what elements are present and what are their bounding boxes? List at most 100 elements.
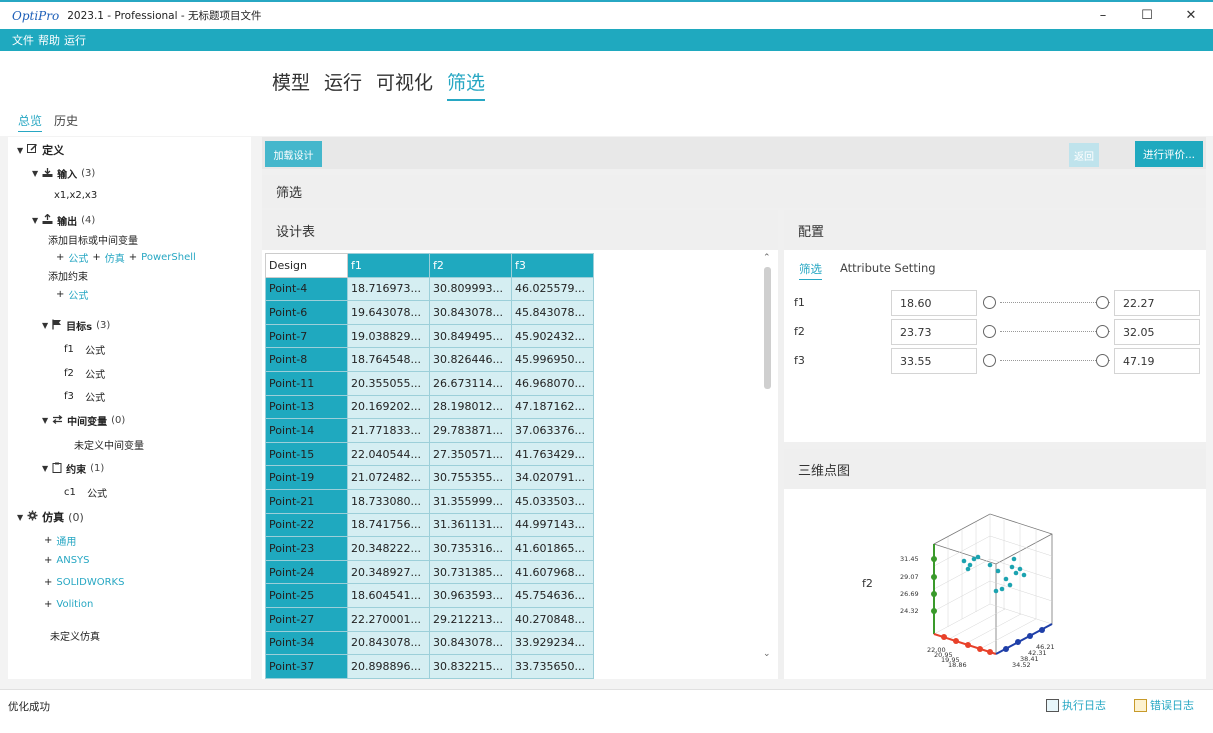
design-name-cell[interactable]: Point-27: [265, 606, 348, 632]
design-name-cell[interactable]: Point-4: [265, 276, 348, 302]
objective-value-cell[interactable]: 18.716973...: [347, 276, 430, 302]
design-name-cell[interactable]: Point-22: [265, 512, 348, 538]
filter-min-input[interactable]: 18.60: [891, 290, 977, 316]
objective-value-cell[interactable]: 20.348927...: [347, 559, 430, 585]
objective-value-cell[interactable]: 29.783871...: [429, 418, 512, 443]
add-powershell-link[interactable]: PowerShell: [141, 252, 196, 263]
range-slider-track[interactable]: [1000, 302, 1110, 303]
objective-value-cell[interactable]: 30.809993...: [429, 276, 512, 302]
objective-value-cell[interactable]: 30.735316...: [429, 536, 512, 561]
range-slider-track[interactable]: [1000, 331, 1110, 332]
objective-value-cell[interactable]: 27.350571...: [429, 441, 512, 467]
run-log-button[interactable]: 执行日志: [1046, 697, 1106, 713]
sim-item[interactable]: + Volition: [44, 599, 93, 610]
filter-max-input[interactable]: 47.19: [1114, 348, 1200, 374]
range-min-handle[interactable]: [983, 296, 996, 309]
table-row[interactable]: Point-4 18.716973... 30.809993... 46.025579…: [265, 276, 594, 302]
design-name-cell[interactable]: Point-8: [265, 347, 348, 372]
table-row[interactable]: Point-37 20.898896... 30.832215... 33.73565…: [265, 654, 594, 679]
tree-simulation[interactable]: ▼ 仿真 (0): [17, 509, 84, 525]
close-button[interactable]: ✕: [1169, 2, 1213, 29]
tab-overview[interactable]: 总览: [18, 112, 43, 132]
range-slider-track[interactable]: [1000, 360, 1110, 361]
objective-value-cell[interactable]: 18.733080...: [347, 488, 430, 514]
tree-output[interactable]: ▼ 输出 (4): [32, 213, 95, 228]
target-item[interactable]: f3 公式: [64, 389, 105, 404]
objective-value-cell[interactable]: 33.929234...: [511, 630, 594, 656]
add-sim-link[interactable]: 仿真: [105, 250, 125, 265]
column-header-design[interactable]: Design: [265, 253, 348, 278]
objective-value-cell[interactable]: 29.212213...: [429, 606, 512, 632]
sim-solidworks-link[interactable]: SOLIDWORKS: [56, 577, 124, 588]
objective-value-cell[interactable]: 45.843078...: [511, 300, 594, 325]
design-name-cell[interactable]: Point-24: [265, 559, 348, 585]
tab-run[interactable]: 运行: [324, 68, 362, 101]
objective-value-cell[interactable]: 31.355999...: [429, 488, 512, 514]
range-min-handle[interactable]: [983, 354, 996, 367]
design-name-cell[interactable]: Point-19: [265, 465, 348, 490]
objective-value-cell[interactable]: 45.033503...: [511, 488, 594, 514]
config-tab-attribute[interactable]: Attribute Setting: [840, 261, 936, 280]
design-name-cell[interactable]: Point-23: [265, 536, 348, 561]
menu-run[interactable]: 运行: [64, 32, 86, 48]
objective-value-cell[interactable]: 19.038829...: [347, 323, 430, 349]
objective-value-cell[interactable]: 22.040544...: [347, 441, 430, 467]
table-row[interactable]: Point-11 20.355055... 26.673114... 46.96807…: [265, 370, 594, 396]
column-header-f1[interactable]: f1: [347, 253, 430, 278]
table-row[interactable]: Point-14 21.771833... 29.783871... 37.06337…: [265, 418, 594, 443]
table-row[interactable]: Point-27 22.270001... 29.212213... 40.27084…: [265, 606, 594, 632]
evaluate-button[interactable]: 进行评价...: [1135, 141, 1203, 167]
tree-intermediate[interactable]: ▼ 中间变量 (0): [42, 413, 125, 428]
constraint-item[interactable]: c1 公式: [64, 485, 107, 500]
table-row[interactable]: Point-19 21.072482... 30.755355... 34.02079…: [265, 465, 594, 490]
range-max-handle[interactable]: [1096, 354, 1109, 367]
table-row[interactable]: Point-21 18.733080... 31.355999... 45.03350…: [265, 488, 594, 514]
objective-value-cell[interactable]: 31.361131...: [429, 512, 512, 538]
error-log-button[interactable]: 错误日志: [1134, 697, 1194, 713]
objective-value-cell[interactable]: 40.270848...: [511, 606, 594, 632]
table-row[interactable]: Point-25 18.604541... 30.963593... 45.75463…: [265, 583, 594, 608]
sim-item[interactable]: + ANSYS: [44, 555, 90, 566]
filter-max-input[interactable]: 22.27: [1114, 290, 1200, 316]
objective-value-cell[interactable]: 18.764548...: [347, 347, 430, 372]
target-item[interactable]: f1 公式: [64, 342, 105, 357]
objective-value-cell[interactable]: 30.755355...: [429, 465, 512, 490]
minimize-button[interactable]: –: [1081, 2, 1125, 29]
add-formula-link[interactable]: 公式: [68, 250, 88, 265]
scroll-thumb[interactable]: [764, 267, 771, 389]
table-row[interactable]: Point-6 19.643078... 30.843078... 45.843078…: [265, 300, 594, 325]
objective-value-cell[interactable]: 20.348222...: [347, 536, 430, 561]
menu-help[interactable]: 帮助: [38, 32, 60, 48]
design-name-cell[interactable]: Point-34: [265, 630, 348, 656]
objective-value-cell[interactable]: 20.355055...: [347, 370, 430, 396]
menu-file[interactable]: 文件: [12, 32, 34, 48]
objective-value-cell[interactable]: 21.072482...: [347, 465, 430, 490]
objective-value-cell[interactable]: 46.025579...: [511, 276, 594, 302]
design-name-cell[interactable]: Point-13: [265, 394, 348, 420]
objective-value-cell[interactable]: 30.843078...: [429, 630, 512, 656]
column-header-f3[interactable]: f3: [511, 253, 594, 278]
objective-value-cell[interactable]: 20.843078...: [347, 630, 430, 656]
objective-value-cell[interactable]: 41.601865...: [511, 536, 594, 561]
objective-value-cell[interactable]: 45.996950...: [511, 347, 594, 372]
objective-value-cell[interactable]: 45.754636...: [511, 583, 594, 608]
tree-definition[interactable]: ▼ 定义: [17, 142, 64, 158]
objective-value-cell[interactable]: 47.187162...: [511, 394, 594, 420]
scroll-down-icon[interactable]: ⌄: [763, 649, 771, 659]
objective-value-cell[interactable]: 44.997143...: [511, 512, 594, 538]
table-row[interactable]: Point-7 19.038829... 30.849495... 45.902432…: [265, 323, 594, 349]
table-row[interactable]: Point-3820.981238...23.753893...45.87475…: [265, 677, 594, 679]
config-tab-filter[interactable]: 筛选: [799, 261, 822, 280]
objective-value-cell[interactable]: 30.963593...: [429, 583, 512, 608]
table-row[interactable]: Point-15 22.040544... 27.350571... 41.76342…: [265, 441, 594, 467]
objective-value-cell[interactable]: 30.832215...: [429, 654, 512, 679]
design-name-cell[interactable]: Point-25: [265, 583, 348, 608]
sim-volition-link[interactable]: Volition: [56, 599, 93, 610]
objective-value-cell[interactable]: 21.771833...: [347, 418, 430, 443]
tab-model[interactable]: 模型: [272, 68, 310, 101]
table-row[interactable]: Point-24 20.348927... 30.731385... 41.60796…: [265, 559, 594, 585]
sim-ansys-link[interactable]: ANSYS: [56, 555, 89, 566]
tab-history[interactable]: 历史: [54, 112, 78, 132]
design-name-cell[interactable]: Point-11: [265, 370, 348, 396]
design-name-cell[interactable]: Point-15: [265, 441, 348, 467]
